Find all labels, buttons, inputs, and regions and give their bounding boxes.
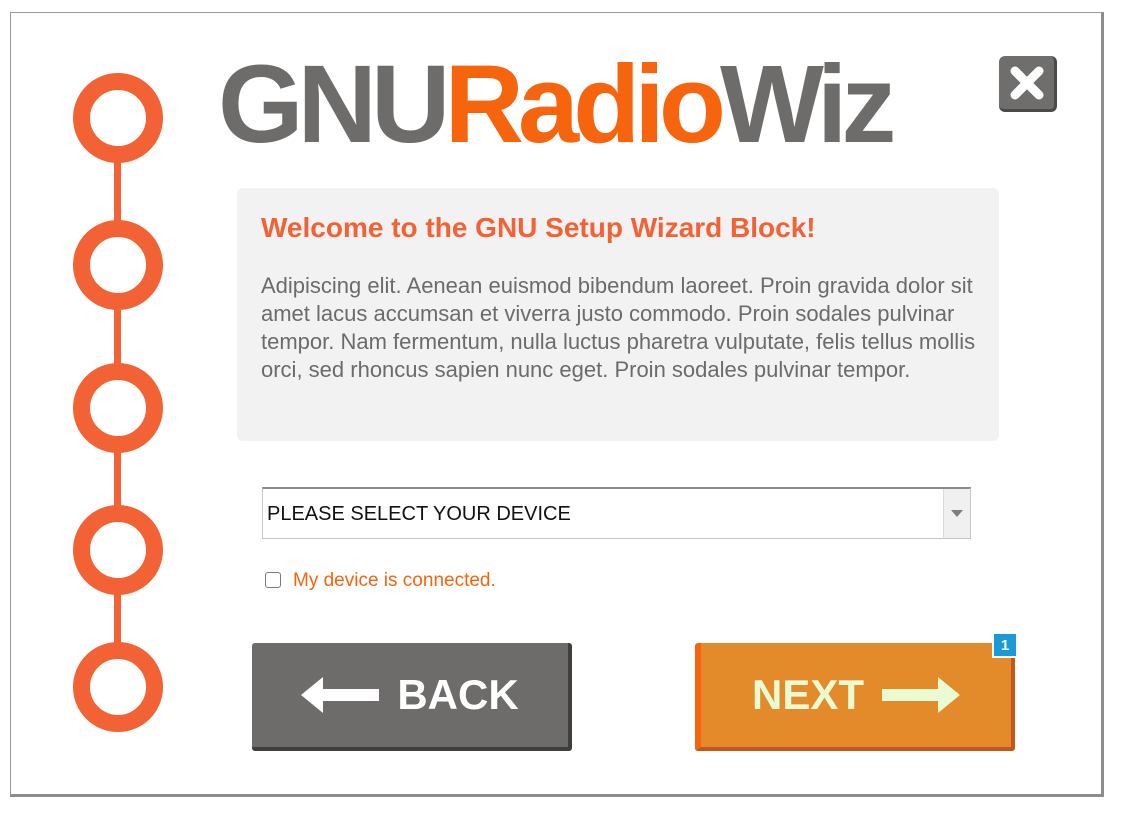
- step-badge: 1: [992, 632, 1018, 658]
- step-indicator-5[interactable]: [73, 642, 163, 732]
- close-button[interactable]: [999, 56, 1057, 112]
- close-icon: [1010, 66, 1043, 99]
- step-indicator-4[interactable]: [73, 505, 163, 595]
- next-button[interactable]: NEXT: [695, 643, 1015, 751]
- arrow-left-icon: [301, 677, 380, 713]
- welcome-panel: Welcome to the GNU Setup Wizard Block! A…: [237, 188, 999, 441]
- next-button-label: NEXT: [751, 671, 864, 718]
- device-select[interactable]: PLEASE SELECT YOUR DEVICE: [262, 487, 971, 539]
- logo-text-gnu: GNU: [218, 43, 450, 166]
- logo-text-wiz: Wiz: [720, 43, 896, 166]
- app-logo: GNURadioWiz: [218, 50, 896, 160]
- arrow-right-icon: [882, 677, 960, 713]
- device-connected-checkbox[interactable]: [265, 572, 281, 588]
- logo-text-radio: Radio: [444, 43, 726, 166]
- chevron-down-icon[interactable]: [943, 489, 970, 538]
- back-button[interactable]: BACK: [252, 643, 572, 751]
- step-indicator-1[interactable]: [73, 73, 163, 163]
- welcome-body: Adipiscing elit. Aenean euismod bibendum…: [261, 273, 976, 382]
- step-indicator-3[interactable]: [73, 363, 163, 453]
- back-button-label: BACK: [397, 671, 519, 718]
- step-indicator-2[interactable]: [73, 220, 163, 310]
- welcome-title: Welcome to the GNU Setup Wizard Block!: [261, 212, 816, 243]
- device-connected-label[interactable]: My device is connected.: [293, 570, 496, 592]
- device-select-value: PLEASE SELECT YOUR DEVICE: [267, 503, 571, 525]
